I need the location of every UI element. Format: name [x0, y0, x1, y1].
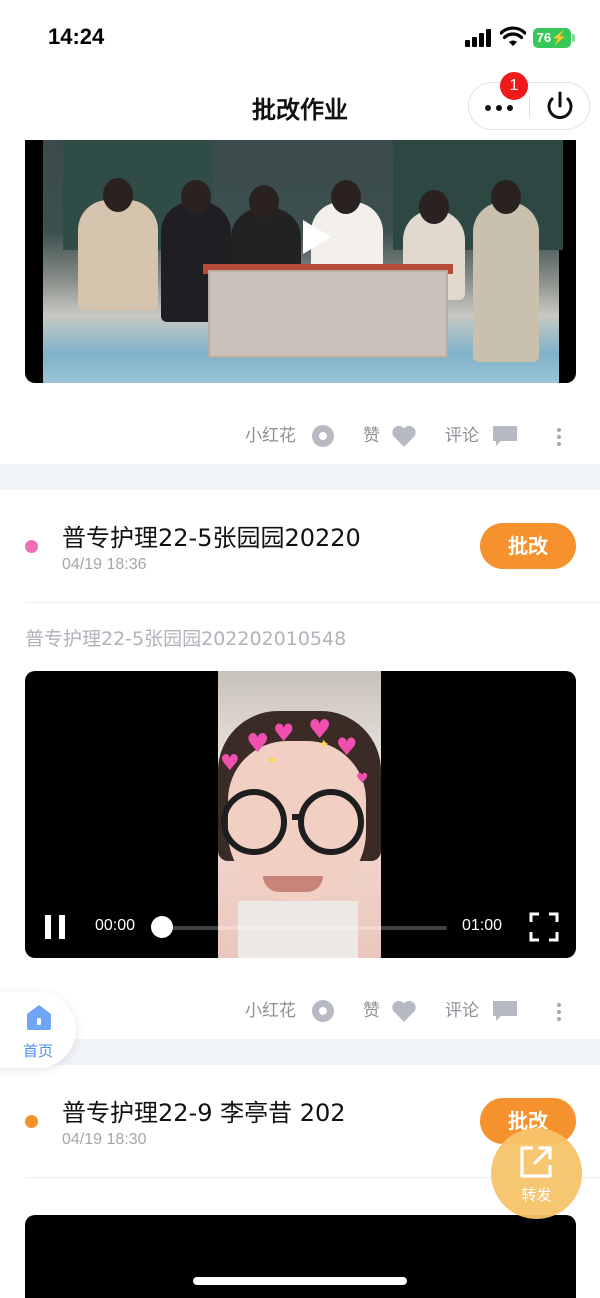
- flower-button[interactable]: 小红花: [245, 991, 296, 1031]
- battery-level: 76: [536, 30, 552, 45]
- status-time: 14:24: [48, 24, 105, 49]
- flower-icon[interactable]: [311, 422, 335, 450]
- post-more-icon[interactable]: [556, 1003, 562, 1021]
- video-thumbnail: [43, 140, 563, 383]
- grade-button[interactable]: 批改: [480, 523, 576, 569]
- post-time: 04/19 18:36: [62, 556, 147, 573]
- fullscreen-icon[interactable]: [529, 912, 559, 942]
- person-head: [331, 180, 361, 214]
- heart-sticker: ♥: [220, 751, 240, 776]
- section-gap: [0, 1039, 600, 1065]
- home-icon: [27, 1005, 51, 1030]
- pause-icon[interactable]: [45, 915, 67, 939]
- flower-button[interactable]: 小红花: [245, 416, 296, 456]
- current-time: 00:00: [95, 917, 136, 934]
- flower-label: 小红花: [245, 1001, 296, 1021]
- home-indicator: [193, 1277, 407, 1285]
- like-button[interactable]: 赞: [363, 991, 380, 1031]
- post-time: 04/19 18:30: [62, 1131, 147, 1148]
- battery-tip: [572, 34, 575, 42]
- status-dot: [25, 540, 38, 553]
- person-head: [419, 190, 449, 224]
- video-player[interactable]: [25, 140, 576, 383]
- like-label: 赞: [363, 1001, 380, 1021]
- comment-label: 评论: [445, 1001, 479, 1021]
- capsule-divider: [529, 95, 530, 117]
- battery-indicator: 76⚡: [533, 28, 571, 48]
- glasses-bridge: [292, 814, 304, 820]
- mouth: [263, 876, 323, 892]
- notification-badge: 1: [500, 72, 528, 100]
- share-icon: [520, 1146, 552, 1178]
- comment-icon[interactable]: [492, 422, 518, 450]
- post-header: 普专护理22-5张园园20220 04/19 18:36 批改: [0, 490, 600, 600]
- person-head: [103, 178, 133, 212]
- sparkle-sticker: ✦: [266, 753, 278, 769]
- heart-icon[interactable]: [391, 422, 417, 450]
- progress-track[interactable]: [160, 926, 447, 930]
- comment-label: 评论: [445, 426, 479, 446]
- post-action-bar: 小红花 赞 评论: [0, 416, 600, 456]
- comment-button[interactable]: 评论: [445, 416, 479, 456]
- student-name: 普专护理22-9 李亭昔 202: [62, 1099, 346, 1127]
- person: [78, 200, 158, 310]
- post-action-bar: 小红花 赞 评论: [0, 991, 600, 1031]
- person-head: [181, 180, 211, 214]
- comment-icon[interactable]: [492, 997, 518, 1025]
- glasses-right: [298, 789, 364, 855]
- like-label: 赞: [363, 426, 380, 446]
- heart-sticker: ♥: [336, 733, 358, 761]
- desk: [208, 270, 448, 358]
- share-label: 转发: [521, 1186, 552, 1204]
- share-button[interactable]: 转发: [491, 1128, 582, 1219]
- person-head: [491, 180, 521, 214]
- flower-icon[interactable]: [311, 997, 335, 1025]
- comment-button[interactable]: 评论: [445, 991, 479, 1031]
- power-icon[interactable]: [531, 83, 589, 129]
- progress-thumb[interactable]: [151, 916, 173, 938]
- heart-sticker: ♥: [356, 771, 369, 787]
- post-more-icon[interactable]: [556, 428, 562, 446]
- glasses-left: [221, 789, 287, 855]
- flower-label: 小红花: [245, 426, 296, 446]
- play-icon[interactable]: [303, 220, 331, 254]
- sparkle-sticker: ✦: [318, 737, 330, 753]
- student-name: 普专护理22-5张园园20220: [62, 524, 361, 552]
- wifi-icon: [500, 26, 526, 46]
- like-button[interactable]: 赞: [363, 416, 380, 456]
- cellular-signal-icon: [465, 29, 493, 47]
- person-head: [249, 185, 279, 219]
- heart-sticker: ♥: [273, 719, 295, 747]
- duration: 01:00: [462, 917, 503, 934]
- status-dot: [25, 1115, 38, 1128]
- home-tab[interactable]: 首页: [0, 992, 76, 1068]
- video-player[interactable]: [25, 1215, 576, 1298]
- person: [473, 202, 539, 362]
- heart-icon[interactable]: [391, 997, 417, 1025]
- divider: [25, 602, 600, 603]
- status-bar: 14:24 76⚡: [0, 0, 600, 76]
- post-caption: 普专护理22-5张园园202202010548: [25, 628, 347, 650]
- home-label: 首页: [22, 1042, 53, 1060]
- section-gap: [0, 464, 600, 490]
- mini-program-capsule: [468, 82, 590, 130]
- video-controls: 00:00 01:00: [25, 901, 576, 951]
- video-player[interactable]: ♥ ♥ ♥ ♥ ♥ ♥ ✦ ✦ 00:00 01:00: [25, 671, 576, 958]
